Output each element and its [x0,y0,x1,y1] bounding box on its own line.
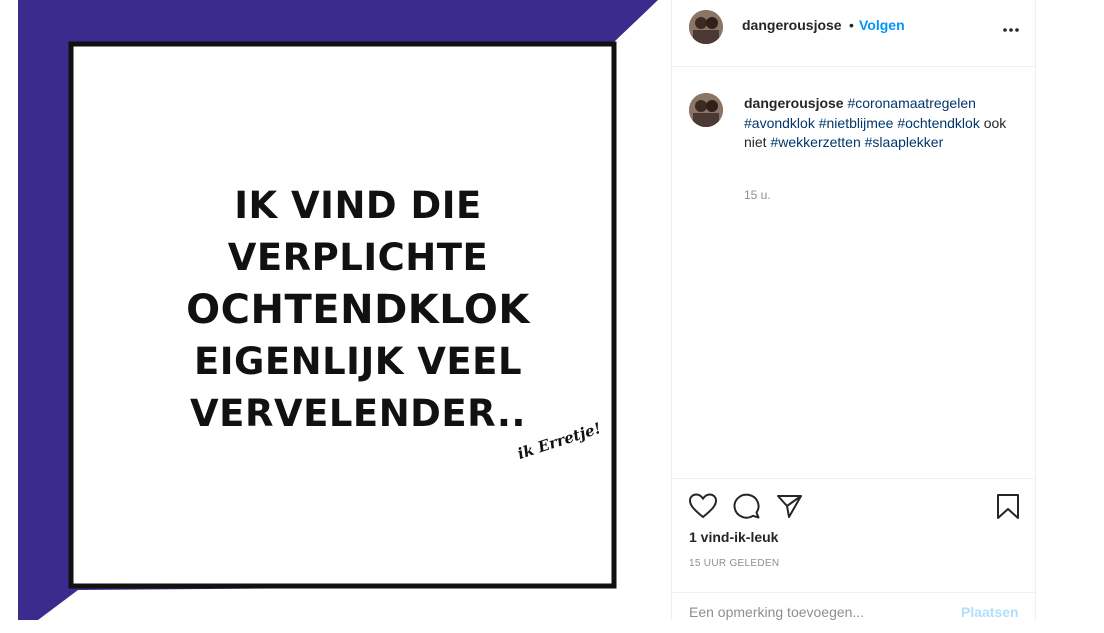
hashtag-link[interactable]: #nietblijmee [819,115,894,131]
avatar-image-icon [689,93,723,127]
hashtag-link[interactable]: #avondklok [744,115,815,131]
bookmark-icon [997,494,1019,519]
post-caption: dangerousjose #coronamaatregelen #avondk… [744,94,1014,153]
comment-input[interactable] [689,604,929,620]
quote-line-2: VERPLICHTE [227,236,489,279]
like-button[interactable] [688,493,718,524]
caption-username[interactable]: dangerousjose [744,95,844,111]
post-timestamp[interactable]: 15 UUR GELEDEN [689,558,779,569]
post-quote-text: IK VIND DIE VERPLICHTE OCHTENDKLOK EIGEN… [78,180,638,440]
comment-button[interactable] [733,493,760,524]
comment-bar: Plaatsen [672,592,1035,633]
header-username[interactable]: dangerousjose [742,17,842,33]
caption-time: 15 u. [744,188,771,202]
left-margin [0,0,18,620]
header-separator: • [849,17,854,33]
hashtag-link[interactable]: #coronamaatregelen [847,95,975,111]
more-horizontal-icon [1003,28,1019,32]
avatar-image-icon [689,10,723,44]
likes-count[interactable]: 1 vind-ik-leuk [689,529,778,545]
action-bar: 1 vind-ik-leuk 15 UUR GELEDEN Plaatsen [672,478,1035,621]
quote-line-1: IK VIND DIE [234,184,482,227]
share-icon [777,495,802,518]
quote-line-4: EIGENLIJK VEEL [193,340,523,383]
avatar[interactable] [689,10,723,44]
hashtag-link[interactable]: #wekkerzetten [770,134,860,150]
hashtag-link[interactable]: #slaaplekker [865,134,944,150]
post-image[interactable]: IK VIND DIE VERPLICHTE OCHTENDKLOK EIGEN… [18,0,671,620]
post-sidebar: dangerousjose • Volgen dangerousjose #co… [671,0,1036,620]
heart-icon [688,493,718,519]
quote-line-3: OCHTENDKLOK [186,287,530,333]
caption-avatar[interactable] [689,93,723,127]
follow-button[interactable]: Volgen [859,17,905,33]
post-comment-button[interactable]: Plaatsen [961,604,1019,620]
post-header: dangerousjose • Volgen [672,0,1035,67]
more-options-button[interactable] [1002,16,1020,39]
hashtag-link[interactable]: #ochtendklok [897,115,980,131]
save-button[interactable] [996,493,1020,525]
comment-icon [733,493,760,519]
right-margin [1036,0,1104,620]
share-button[interactable] [776,493,803,524]
